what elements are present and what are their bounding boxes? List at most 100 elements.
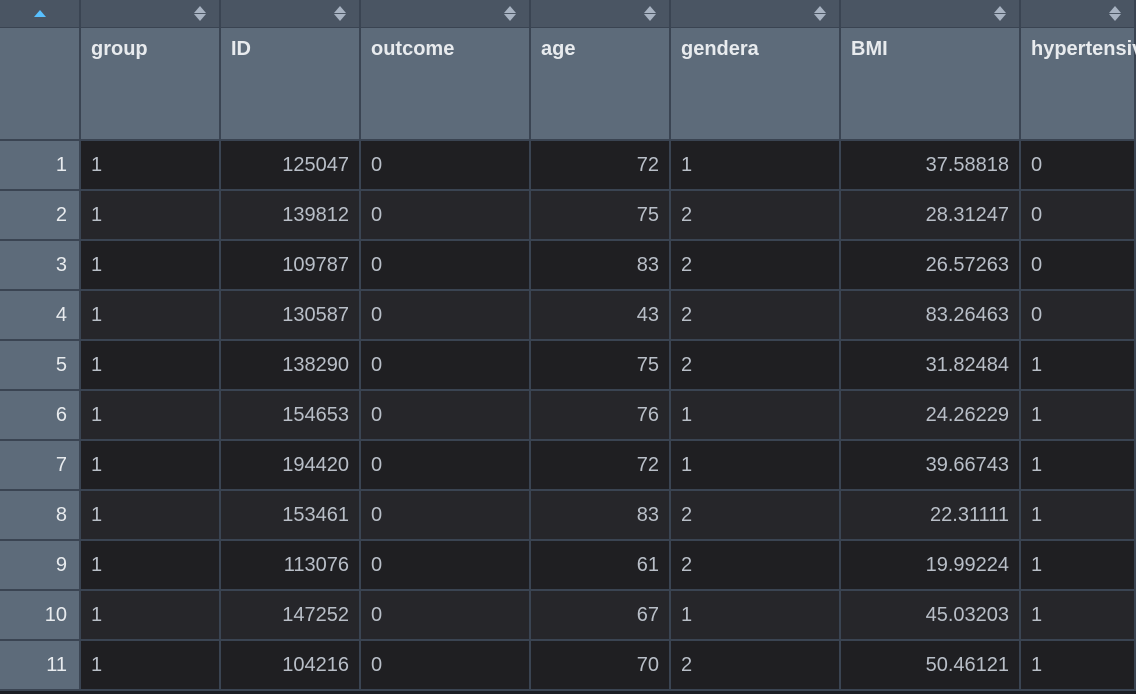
cell-hypertensive[interactable]: 1 [1020, 590, 1135, 640]
cell-gendera[interactable]: 2 [670, 190, 840, 240]
header-hypertensive[interactable]: hypertensive [1020, 0, 1135, 140]
cell-gendera[interactable]: 1 [670, 440, 840, 490]
cell-age[interactable]: 70 [530, 640, 670, 690]
cell-BMI[interactable]: 37.58818 [840, 140, 1020, 190]
cell-gendera[interactable]: 2 [670, 340, 840, 390]
table-row[interactable]: 101147252067145.032031 [0, 590, 1135, 640]
cell-outcome[interactable]: 0 [360, 190, 530, 240]
cell-hypertensive[interactable]: 1 [1020, 640, 1135, 690]
table-row[interactable]: 31109787083226.572630 [0, 240, 1135, 290]
cell-outcome[interactable]: 0 [360, 390, 530, 440]
cell-group[interactable]: 1 [80, 590, 220, 640]
table-row[interactable]: 51138290075231.824841 [0, 340, 1135, 390]
cell-ID[interactable]: 109787 [220, 240, 360, 290]
cell-age[interactable]: 75 [530, 190, 670, 240]
row-number-cell[interactable]: 3 [0, 240, 80, 290]
table-row[interactable]: 91113076061219.992241 [0, 540, 1135, 590]
sort-icon[interactable] [993, 5, 1007, 23]
sort-icon[interactable] [333, 5, 347, 23]
cell-outcome[interactable]: 0 [360, 640, 530, 690]
row-number-cell[interactable]: 2 [0, 190, 80, 240]
header-outcome[interactable]: outcome [360, 0, 530, 140]
cell-ID[interactable]: 139812 [220, 190, 360, 240]
row-number-cell[interactable]: 11 [0, 640, 80, 690]
cell-outcome[interactable]: 0 [360, 140, 530, 190]
cell-hypertensive[interactable]: 1 [1020, 340, 1135, 390]
row-number-cell[interactable]: 1 [0, 140, 80, 190]
row-number-cell[interactable]: 9 [0, 540, 80, 590]
cell-gendera[interactable]: 2 [670, 640, 840, 690]
cell-group[interactable]: 1 [80, 540, 220, 590]
cell-ID[interactable]: 113076 [220, 540, 360, 590]
row-number-cell[interactable]: 8 [0, 490, 80, 540]
row-number-cell[interactable]: 7 [0, 440, 80, 490]
cell-gendera[interactable]: 2 [670, 240, 840, 290]
cell-age[interactable]: 67 [530, 590, 670, 640]
cell-group[interactable]: 1 [80, 290, 220, 340]
cell-gendera[interactable]: 1 [670, 390, 840, 440]
header-index[interactable] [0, 0, 80, 140]
cell-age[interactable]: 83 [530, 240, 670, 290]
cell-outcome[interactable]: 0 [360, 290, 530, 340]
header-bmi[interactable]: BMI [840, 0, 1020, 140]
cell-group[interactable]: 1 [80, 140, 220, 190]
cell-BMI[interactable]: 83.26463 [840, 290, 1020, 340]
sort-icon[interactable] [1108, 5, 1122, 23]
sort-icon[interactable] [813, 5, 827, 23]
cell-ID[interactable]: 154653 [220, 390, 360, 440]
cell-BMI[interactable]: 50.46121 [840, 640, 1020, 690]
cell-ID[interactable]: 138290 [220, 340, 360, 390]
cell-BMI[interactable]: 19.99224 [840, 540, 1020, 590]
cell-outcome[interactable]: 0 [360, 490, 530, 540]
row-number-cell[interactable]: 6 [0, 390, 80, 440]
row-number-cell[interactable]: 10 [0, 590, 80, 640]
cell-hypertensive[interactable]: 1 [1020, 440, 1135, 490]
cell-age[interactable]: 61 [530, 540, 670, 590]
cell-group[interactable]: 1 [80, 390, 220, 440]
cell-group[interactable]: 1 [80, 190, 220, 240]
cell-outcome[interactable]: 0 [360, 590, 530, 640]
sort-asc-icon[interactable] [33, 5, 47, 23]
cell-ID[interactable]: 130587 [220, 290, 360, 340]
cell-ID[interactable]: 147252 [220, 590, 360, 640]
cell-age[interactable]: 72 [530, 440, 670, 490]
cell-outcome[interactable]: 0 [360, 340, 530, 390]
cell-hypertensive[interactable]: 0 [1020, 140, 1135, 190]
header-age[interactable]: age [530, 0, 670, 140]
table-row[interactable]: 21139812075228.312470 [0, 190, 1135, 240]
cell-gendera[interactable]: 2 [670, 490, 840, 540]
cell-BMI[interactable]: 45.03203 [840, 590, 1020, 640]
cell-group[interactable]: 1 [80, 240, 220, 290]
table-row[interactable]: 61154653076124.262291 [0, 390, 1135, 440]
cell-gendera[interactable]: 1 [670, 140, 840, 190]
cell-outcome[interactable]: 0 [360, 540, 530, 590]
table-row[interactable]: 11125047072137.588180 [0, 140, 1135, 190]
sort-icon[interactable] [643, 5, 657, 23]
cell-hypertensive[interactable]: 0 [1020, 190, 1135, 240]
cell-BMI[interactable]: 39.66743 [840, 440, 1020, 490]
cell-group[interactable]: 1 [80, 340, 220, 390]
cell-hypertensive[interactable]: 0 [1020, 290, 1135, 340]
cell-ID[interactable]: 194420 [220, 440, 360, 490]
table-row[interactable]: 41130587043283.264630 [0, 290, 1135, 340]
sort-icon[interactable] [193, 5, 207, 23]
cell-ID[interactable]: 104216 [220, 640, 360, 690]
cell-age[interactable]: 72 [530, 140, 670, 190]
header-group[interactable]: group [80, 0, 220, 140]
cell-BMI[interactable]: 24.26229 [840, 390, 1020, 440]
cell-ID[interactable]: 125047 [220, 140, 360, 190]
cell-age[interactable]: 75 [530, 340, 670, 390]
cell-gendera[interactable]: 2 [670, 540, 840, 590]
cell-outcome[interactable]: 0 [360, 240, 530, 290]
cell-gendera[interactable]: 1 [670, 590, 840, 640]
cell-hypertensive[interactable]: 1 [1020, 490, 1135, 540]
header-id[interactable]: ID [220, 0, 360, 140]
cell-BMI[interactable]: 31.82484 [840, 340, 1020, 390]
row-number-cell[interactable]: 5 [0, 340, 80, 390]
cell-ID[interactable]: 153461 [220, 490, 360, 540]
cell-age[interactable]: 43 [530, 290, 670, 340]
cell-BMI[interactable]: 26.57263 [840, 240, 1020, 290]
cell-BMI[interactable]: 28.31247 [840, 190, 1020, 240]
sort-icon[interactable] [503, 5, 517, 23]
cell-age[interactable]: 76 [530, 390, 670, 440]
